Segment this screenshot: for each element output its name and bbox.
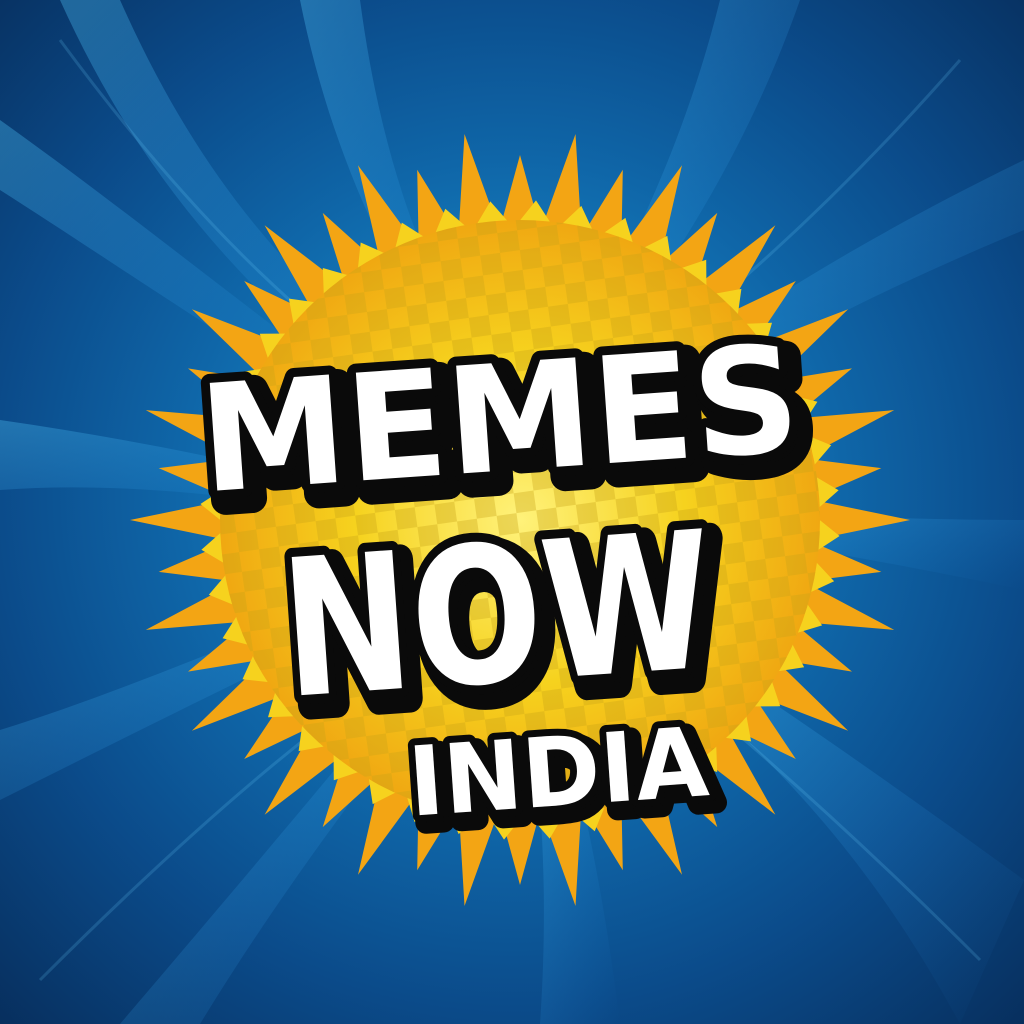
logo-title: MEMES MEMES NOW NOW INDIA INDIA xyxy=(185,304,828,857)
title-line-now: NOW xyxy=(275,491,719,741)
title-line-india: INDIA xyxy=(405,706,712,839)
logo-poster: MEMES MEMES NOW NOW INDIA INDIA xyxy=(0,0,1024,1024)
